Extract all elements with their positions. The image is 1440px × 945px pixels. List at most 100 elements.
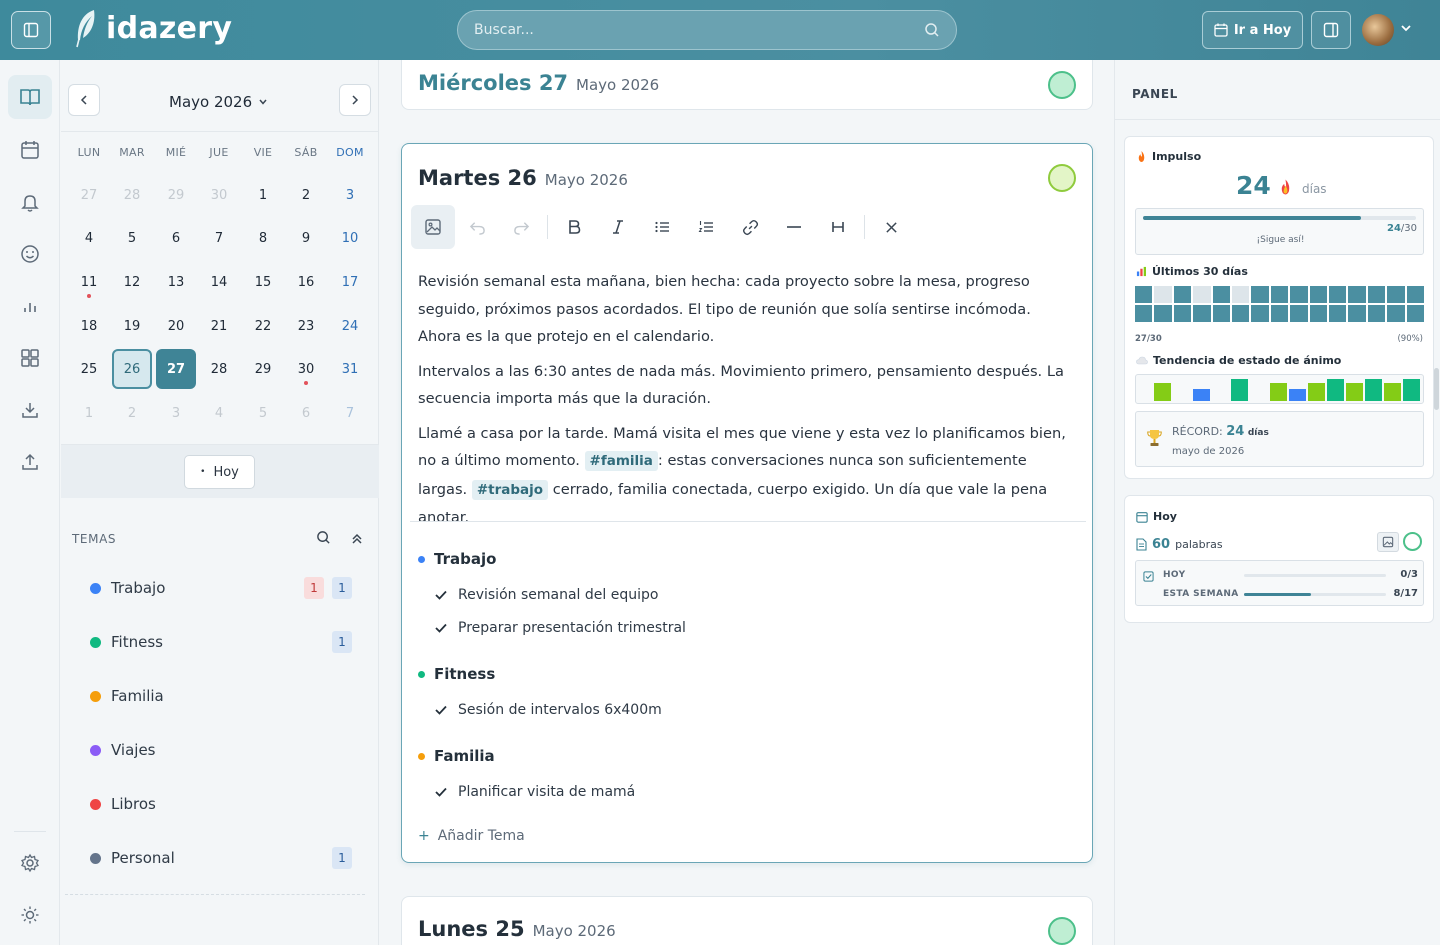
day-cell[interactable] (1387, 305, 1405, 322)
calendar-day[interactable]: 2 (286, 175, 326, 215)
day-cell[interactable] (1231, 286, 1250, 303)
entry-card-monday[interactable]: Lunes 25 Mayo 2026 (401, 896, 1093, 945)
prev-month-button[interactable] (68, 84, 100, 116)
day-cell[interactable] (1135, 286, 1153, 303)
add-topic-button[interactable]: + Añadir Tema (418, 828, 525, 844)
day-cell[interactable] (1212, 305, 1230, 322)
scrollbar-thumb[interactable] (1434, 368, 1439, 410)
calendar-day[interactable]: 15 (243, 262, 283, 302)
calendar-day[interactable]: 5 (243, 393, 283, 433)
calendar-day[interactable]: 12 (112, 262, 152, 302)
task-item[interactable]: Preparar presentación trimestral (435, 620, 686, 636)
app-logo[interactable]: idazery (74, 8, 232, 48)
topic-item[interactable]: Fitness 1 (90, 630, 352, 654)
topic-item[interactable]: Viajes (90, 738, 352, 762)
day-cell[interactable] (1348, 305, 1366, 322)
day-cell[interactable] (1367, 305, 1386, 322)
search-icon[interactable] (924, 22, 940, 38)
topic-item[interactable]: Trabajo 1 1 (90, 576, 352, 600)
today-button[interactable]: • Hoy (184, 455, 255, 489)
calendar-day[interactable]: 30 (286, 349, 326, 389)
redo-button[interactable] (499, 205, 543, 249)
chevrons-up-icon[interactable] (350, 532, 364, 546)
month-selector[interactable]: Mayo 2026 (169, 93, 268, 111)
day-cell[interactable] (1387, 286, 1405, 303)
calendar-day[interactable]: 5 (112, 218, 152, 258)
day-cell[interactable] (1406, 305, 1424, 322)
day-cell[interactable] (1251, 286, 1269, 303)
calendar-day[interactable]: 7 (330, 393, 370, 433)
calendar-day[interactable]: 2 (112, 393, 152, 433)
user-avatar[interactable] (1362, 14, 1394, 46)
nav-grid[interactable] (8, 336, 52, 380)
tag-familia[interactable]: #familia (584, 451, 658, 471)
search-input[interactable]: Buscar... (474, 22, 924, 38)
calendar-day[interactable]: 29 (156, 175, 196, 215)
topic-item[interactable]: Personal 1 (90, 846, 352, 870)
nav-calendar[interactable] (8, 128, 52, 172)
calendar-day[interactable]: 30 (199, 175, 239, 215)
day-cell[interactable] (1309, 286, 1327, 303)
entry-card-wednesday[interactable]: Miércoles 27 Mayo 2026 (401, 60, 1093, 110)
calendar-day[interactable]: 1 (243, 175, 283, 215)
calendar-day[interactable]: 23 (286, 306, 326, 346)
calendar-day[interactable]: 21 (199, 306, 239, 346)
sidebar-toggle-button[interactable] (11, 11, 51, 49)
day-cell[interactable] (1231, 305, 1250, 322)
task-item[interactable]: Revisión semanal del equipo (435, 587, 658, 603)
day-cell[interactable] (1251, 305, 1269, 322)
task-group-header[interactable]: Trabajo (418, 550, 496, 568)
day-cell[interactable] (1193, 286, 1211, 303)
chevron-down-icon[interactable] (1400, 22, 1412, 34)
calendar-day[interactable]: 27 (69, 175, 109, 215)
numbered-list-button[interactable] (684, 205, 728, 249)
day-cell[interactable] (1309, 305, 1327, 322)
mood-indicator[interactable] (1048, 164, 1076, 192)
calendar-day[interactable]: 10 (330, 218, 370, 258)
day-cell[interactable] (1135, 305, 1153, 322)
calendar-day[interactable]: 28 (112, 175, 152, 215)
nav-export[interactable] (8, 440, 52, 484)
calendar-day[interactable]: 18 (69, 306, 109, 346)
calendar-day[interactable]: 11 (69, 262, 109, 302)
day-cell[interactable] (1290, 286, 1308, 303)
nav-settings[interactable] (8, 841, 52, 885)
calendar-day[interactable]: 1 (69, 393, 109, 433)
undo-button[interactable] (455, 205, 499, 249)
task-group-header[interactable]: Familia (418, 747, 495, 765)
calendar-day[interactable]: 26 (112, 349, 152, 389)
calendar-day[interactable]: 8 (243, 218, 283, 258)
horizontal-rule-button[interactable] (772, 205, 816, 249)
day-cell[interactable] (1212, 286, 1230, 303)
day-cell[interactable] (1290, 305, 1308, 322)
calendar-day[interactable]: 17 (330, 262, 370, 302)
day-cell[interactable] (1406, 286, 1424, 303)
task-item[interactable]: Planificar visita de mamá (435, 784, 635, 800)
nav-mood[interactable] (8, 232, 52, 276)
calendar-day[interactable]: 28 (199, 349, 239, 389)
today-mood-indicator[interactable] (1403, 532, 1422, 551)
calendar-day[interactable]: 3 (156, 393, 196, 433)
tag-trabajo[interactable]: #trabajo (471, 479, 549, 500)
calendar-day[interactable]: 22 (243, 306, 283, 346)
mood-indicator[interactable] (1048, 917, 1076, 945)
calendar-day[interactable]: 4 (69, 218, 109, 258)
calendar-day[interactable]: 7 (199, 218, 239, 258)
calendar-day[interactable]: 19 (112, 306, 152, 346)
calendar-day[interactable]: 20 (156, 306, 196, 346)
day-cell[interactable] (1348, 286, 1366, 303)
next-month-button[interactable] (339, 84, 371, 116)
day-cell[interactable] (1328, 286, 1347, 303)
calendar-day[interactable]: 4 (199, 393, 239, 433)
heading-button[interactable] (816, 205, 860, 249)
calendar-day[interactable]: 13 (156, 262, 196, 302)
calendar-day[interactable]: 16 (286, 262, 326, 302)
calendar-day[interactable]: 6 (286, 393, 326, 433)
calendar-day[interactable]: 25 (69, 349, 109, 389)
day-cell[interactable] (1328, 305, 1347, 322)
nav-journal[interactable] (8, 75, 52, 119)
link-button[interactable] (728, 205, 772, 249)
day-cell[interactable] (1270, 305, 1289, 322)
nav-reminders[interactable] (8, 180, 52, 224)
calendar-day[interactable]: 6 (156, 218, 196, 258)
